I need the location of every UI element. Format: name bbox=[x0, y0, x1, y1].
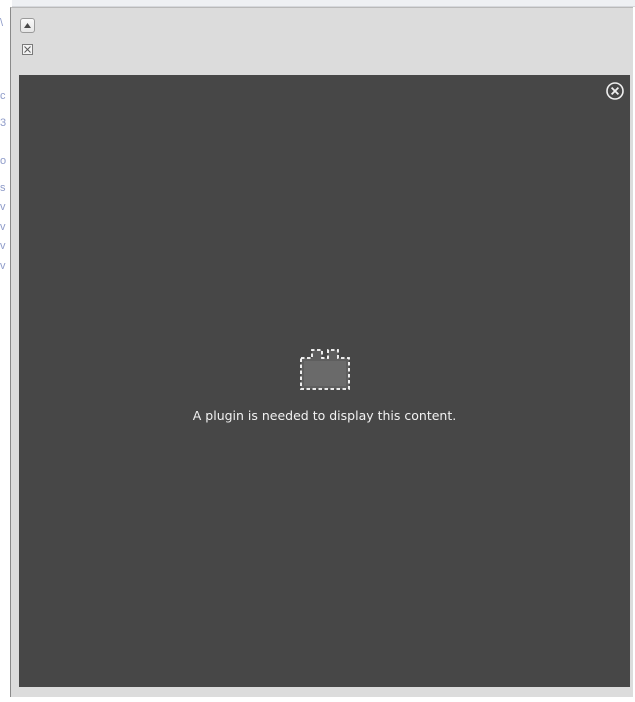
edge-glyph: c bbox=[0, 90, 6, 102]
edge-glyph: v bbox=[0, 221, 6, 233]
edge-glyph: 3 bbox=[0, 117, 7, 129]
circle-x-icon bbox=[606, 82, 624, 100]
edge-glyph: \ bbox=[0, 17, 4, 29]
plugin-message: A plugin is needed to display this conte… bbox=[192, 408, 457, 423]
close-plugin-button[interactable] bbox=[605, 81, 625, 101]
triangle-up-icon bbox=[24, 23, 31, 28]
puzzle-piece-icon bbox=[300, 348, 350, 390]
small-x-icon bbox=[24, 46, 31, 53]
collapse-button[interactable] bbox=[20, 18, 35, 33]
popup-window: A plugin is needed to display this conte… bbox=[10, 7, 633, 697]
edge-glyph: v bbox=[0, 240, 6, 252]
edge-glyph: v bbox=[0, 201, 6, 213]
close-popup-button[interactable] bbox=[22, 44, 33, 55]
edge-glyph: v bbox=[0, 260, 6, 272]
background-header-strip bbox=[12, 0, 635, 7]
edge-glyph: o bbox=[0, 155, 7, 167]
edge-glyph: s bbox=[0, 182, 6, 194]
plugin-placeholder[interactable]: A plugin is needed to display this conte… bbox=[19, 75, 630, 687]
